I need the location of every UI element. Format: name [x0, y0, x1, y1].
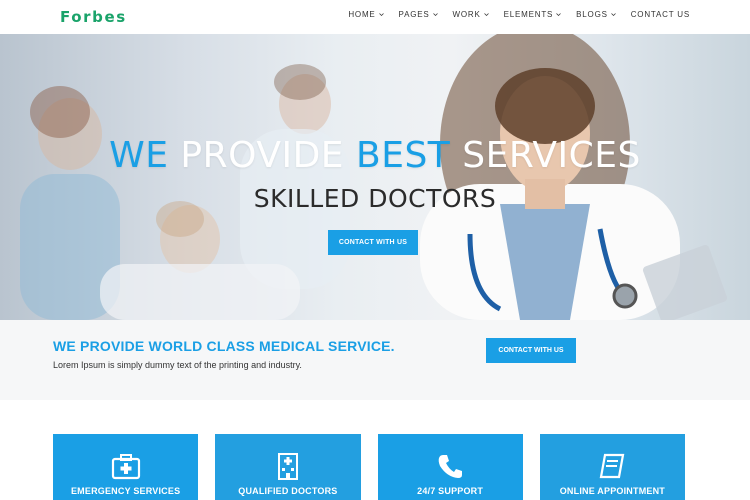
chevron-down-icon [610, 13, 616, 17]
hero-title-part: PROVIDE [168, 135, 356, 176]
hero-title-part: SERVICES [450, 135, 641, 176]
nav-item-label: HOME [348, 10, 376, 19]
strip-contact-button[interactable]: CONTACT WITH US [486, 338, 576, 363]
chevron-down-icon [378, 13, 384, 17]
hero-subtitle: SKILLED DOCTORS [253, 184, 497, 213]
main-menu: HOME PAGES WORK ELEMENTS BLOGS CONTACT U… [348, 10, 690, 19]
hero-background-image [20, 34, 728, 320]
nav-item-label: PAGES [398, 10, 430, 19]
nav-item-pages[interactable]: PAGES [399, 10, 438, 19]
nav-item-blogs[interactable]: BLOGS [576, 10, 616, 19]
chevron-down-icon [556, 13, 561, 17]
service-card-doctors[interactable]: QUALIFIED DOCTORS [215, 434, 361, 500]
service-card-label: EMERGENCY SERVICES [70, 486, 181, 496]
brand-logo[interactable]: Forbes [60, 8, 127, 26]
nav-item-elements[interactable]: ELEMENTS [504, 10, 562, 19]
nav-item-label: WORK [452, 10, 481, 19]
service-card-emergency[interactable]: EMERGENCY SERVICES [53, 434, 199, 500]
nav-item-contact-us[interactable]: CONTACT US [631, 10, 690, 19]
nav-item-label: ELEMENTS [503, 10, 554, 19]
info-strip: WE PROVIDE WORLD CLASS MEDICAL SERVICE. … [0, 320, 750, 400]
chevron-down-icon [483, 13, 489, 17]
hero-title: WE PROVIDE BEST SERVICES [0, 135, 750, 176]
strip-text: Lorem Ipsum is simply dummy text of the … [53, 360, 302, 370]
book-icon [600, 453, 625, 479]
service-card-support[interactable]: 24/7 SUPPORT [377, 434, 523, 500]
services-row: EMERGENCY SERVICES QUALIFIED DOCTORS 24/… [53, 434, 685, 500]
phone-icon [438, 455, 463, 478]
hero-title-part: BEST [356, 135, 451, 176]
strip-title: WE PROVIDE WORLD CLASS MEDICAL SERVICE. [53, 338, 395, 354]
first-aid-kit-icon [111, 454, 140, 480]
service-card-label: ONLINE APPOINTMENT [559, 486, 666, 496]
hero-banner: WE PROVIDE BEST SERVICES SKILLED DOCTORS… [0, 34, 750, 320]
service-card-label: 24/7 SUPPORT [417, 486, 484, 496]
hero-contact-button[interactable]: CONTACT WITH US [328, 230, 418, 255]
hero-title-part: WE [109, 135, 169, 176]
nav-item-work[interactable]: WORK [453, 10, 489, 19]
service-card-label: QUALIFIED DOCTORS [238, 486, 338, 496]
nav-item-home[interactable]: HOME [348, 10, 384, 19]
nav-item-label: CONTACT US [630, 10, 690, 19]
service-card-appointment[interactable]: ONLINE APPOINTMENT [539, 434, 685, 500]
hospital-icon [277, 453, 298, 480]
nav-item-label: BLOGS [576, 10, 608, 19]
chevron-down-icon [432, 13, 438, 17]
top-navbar: Forbes HOME PAGES WORK ELEMENTS BLOGS CO… [0, 0, 750, 34]
